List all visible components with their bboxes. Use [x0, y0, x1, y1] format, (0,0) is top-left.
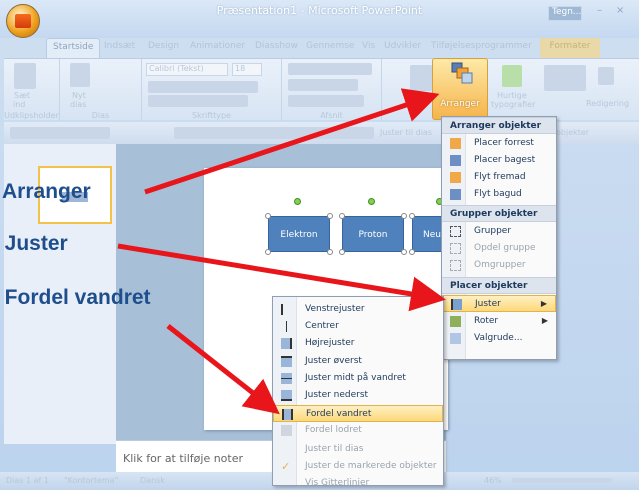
annotation-arrows [117, 88, 446, 415]
arrow-to-arrange [144, 88, 440, 195]
arrow-to-distribute [166, 324, 280, 415]
powerpoint-window: Præsentation1 - Microsoft PowerPoint Teg… [0, 0, 639, 490]
arrow-to-align [117, 243, 446, 312]
